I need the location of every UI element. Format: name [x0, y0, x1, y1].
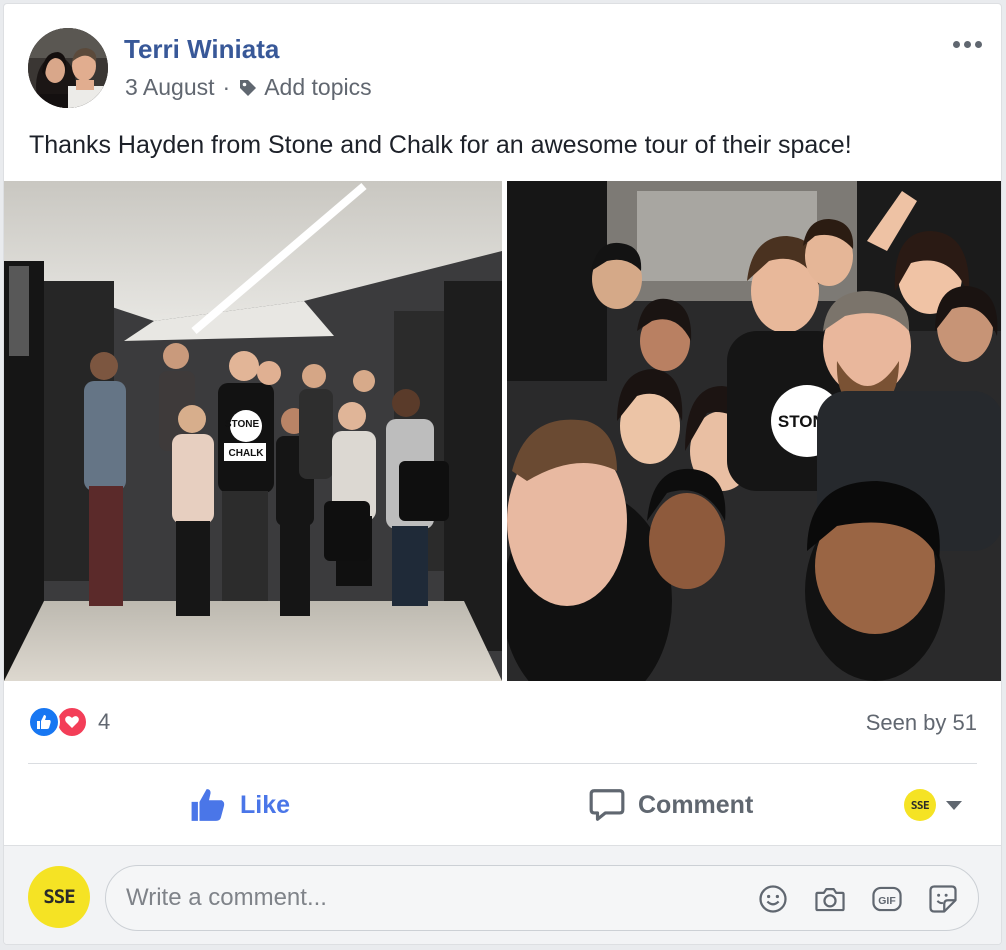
- like-button-label: Like: [240, 790, 291, 819]
- comment-input[interactable]: [126, 866, 686, 930]
- post-photo-group-selfie[interactable]: STONE: [507, 181, 1001, 681]
- author-name[interactable]: Terri Winiata: [124, 34, 279, 65]
- thumbs-up-icon: [191, 789, 225, 821]
- post-photo-group-hallway[interactable]: STONE CHALK: [4, 181, 502, 681]
- emoji-icon[interactable]: [756, 883, 790, 915]
- svg-text:GIF: GIF: [878, 896, 895, 907]
- author-avatar[interactable]: [28, 28, 108, 108]
- chevron-down-icon: [946, 800, 962, 810]
- tag-icon: [238, 78, 258, 98]
- add-topics-link[interactable]: Add topics: [264, 74, 371, 101]
- post-card: Terri Winiata 3 August · Add topics Than…: [3, 3, 1002, 945]
- divider: [28, 763, 977, 764]
- post-date[interactable]: 3 August: [125, 74, 215, 101]
- post-meta: 3 August · Add topics: [125, 74, 372, 101]
- camera-icon[interactable]: [813, 883, 847, 915]
- more-options-icon[interactable]: [949, 32, 985, 56]
- seen-by-count[interactable]: Seen by 51: [866, 710, 977, 736]
- comment-bubble-icon: [589, 789, 625, 821]
- comment-button[interactable]: Comment: [588, 782, 753, 828]
- page-logo-icon: SSE: [904, 789, 936, 821]
- comment-box[interactable]: GIF: [105, 865, 979, 931]
- commenter-avatar[interactable]: SSE: [28, 866, 90, 928]
- photo-left-sign-text: STONE: [225, 419, 260, 430]
- reactions-summary[interactable]: 4: [28, 706, 110, 738]
- love-reaction-icon: [56, 706, 88, 738]
- post-as-page-selector[interactable]: SSE: [904, 789, 962, 821]
- like-reaction-icon: [28, 706, 60, 738]
- like-button[interactable]: Like: [190, 782, 290, 828]
- gif-icon[interactable]: GIF: [870, 883, 904, 915]
- comment-button-label: Comment: [638, 790, 754, 819]
- svg-text:CHALK: CHALK: [229, 448, 265, 459]
- comment-composer: SSE GIF: [4, 845, 1001, 944]
- meta-separator: ·: [222, 74, 231, 100]
- reaction-count: 4: [98, 709, 111, 734]
- post-text: Thanks Hayden from Stone and Chalk for a…: [29, 131, 852, 159]
- sticker-icon[interactable]: [926, 883, 960, 915]
